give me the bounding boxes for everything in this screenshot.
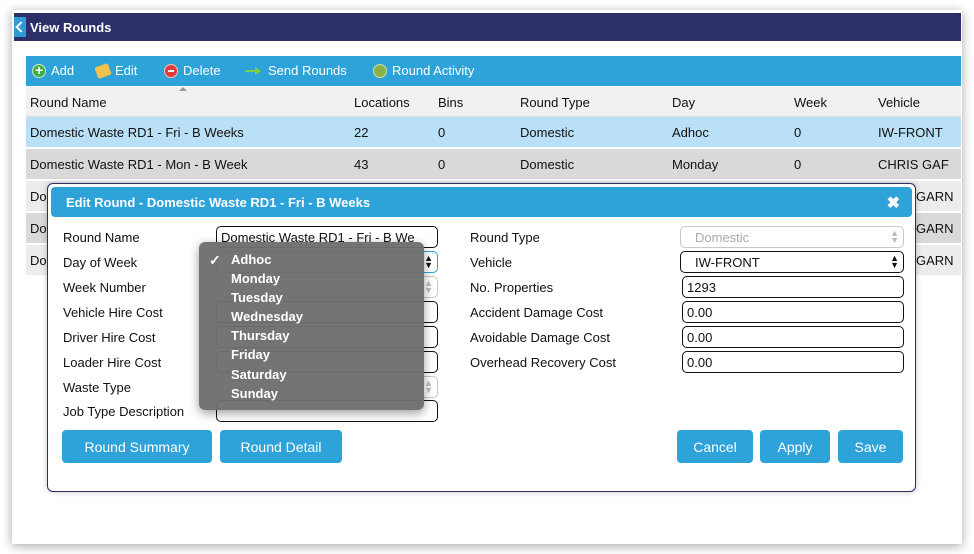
column-header[interactable]: Round Name [30, 95, 340, 110]
cancel-button[interactable]: Cancel [677, 430, 753, 463]
table-cell: IW-FRONT [878, 125, 943, 140]
round-name-label: Round Name [63, 230, 140, 245]
close-icon[interactable]: ✖ [887, 193, 900, 213]
day-of-week-label: Day of Week [63, 255, 138, 270]
table-cell: 0 [438, 157, 446, 172]
table-cell: 0 [794, 125, 802, 140]
dropdown-option-friday[interactable]: Friday [231, 347, 270, 362]
dropdown-option-thursday[interactable]: Thursday [231, 328, 290, 343]
round-summary-button[interactable]: Round Summary [62, 430, 212, 463]
overhead-recovery-cost-label: Overhead Recovery Cost [470, 355, 616, 370]
round-type-select[interactable]: Domestic ▲ ▼ [680, 226, 904, 248]
add-circle-icon [32, 62, 46, 78]
activity-icon [373, 63, 387, 78]
day-of-week-dropdown: ✓ Adhoc Monday Tuesday Wednesday Thursda… [199, 242, 424, 410]
table-cell: CHRIS GAF [878, 157, 949, 172]
chevron-left-icon[interactable] [14, 17, 26, 37]
accident-damage-cost-input[interactable]: 0.00 [682, 301, 904, 323]
round-type-label: Round Type [470, 230, 540, 245]
table-cell: GARN [916, 253, 954, 268]
job-type-description-label: Job Type Description [63, 404, 185, 419]
dropdown-option-saturday[interactable]: Saturday [231, 367, 287, 382]
toolbar: Add Edit Delete Send Rounds Round Activi… [26, 56, 961, 86]
table-cell: GARN [916, 189, 954, 204]
round-detail-button[interactable]: Round Detail [220, 430, 342, 463]
select-arrows-icon: ▲ ▼ [890, 228, 899, 245]
table-cell: 43 [354, 157, 369, 172]
add-button[interactable]: Add [32, 62, 75, 78]
edit-round-dialog: Edit Round - Domestic Waste RD1 - Fri - … [47, 183, 916, 492]
column-header[interactable]: Bins [438, 95, 508, 110]
column-header[interactable]: Vehicle [878, 95, 961, 110]
table-cell: Monday [672, 157, 719, 172]
avoidable-damage-cost-label: Avoidable Damage Cost [470, 330, 610, 345]
checkmark-icon: ✓ [209, 252, 221, 268]
table-row[interactable]: Domestic Waste RD1 - Mon - B Week 43 0 D… [26, 149, 961, 179]
edit-label: Edit [115, 63, 138, 78]
dropdown-option-tuesday[interactable]: Tuesday [231, 290, 283, 305]
dropdown-option-wednesday[interactable]: Wednesday [231, 309, 303, 324]
driver-hire-cost-label: Driver Hire Cost [63, 330, 156, 345]
table-cell: 22 [354, 125, 369, 140]
avoidable-damage-cost-input[interactable]: 0.00 [682, 326, 904, 348]
loader-hire-cost-label: Loader Hire Cost [63, 355, 162, 370]
column-header[interactable]: Week [794, 95, 864, 110]
delete-button[interactable]: Delete [164, 63, 221, 78]
edit-button[interactable]: Edit [94, 62, 138, 79]
dialog-header: Edit Round - Domestic Waste RD1 - Fri - … [51, 187, 912, 217]
round-activity-label: Round Activity [392, 63, 475, 78]
table-cell: Adhoc [672, 125, 709, 140]
dropdown-option-adhoc[interactable]: Adhoc [231, 252, 271, 267]
week-number-label: Week Number [63, 280, 146, 295]
table-row[interactable]: Domestic Waste RD1 - Fri - B Weeks 22 0 … [26, 117, 961, 147]
window-title: View Rounds [30, 20, 112, 35]
vehicle-select[interactable]: IW-FRONT ▲ ▼ [680, 251, 904, 273]
column-header[interactable]: Locations [354, 95, 424, 110]
sort-ascending-icon [179, 87, 187, 91]
table-cell: Domestic Waste RD1 - Fri - B Weeks [30, 125, 244, 140]
dialog-title: Edit Round - Domestic Waste RD1 - Fri - … [66, 195, 371, 210]
round-type-value: Domestic [695, 230, 750, 245]
overhead-recovery-cost-input[interactable]: 0.00 [682, 351, 904, 373]
apply-button[interactable]: Apply [760, 430, 830, 463]
select-arrows-icon: ▲ ▼ [424, 278, 433, 295]
vehicle-value: IW-FRONT [695, 255, 760, 270]
table-cell: GARN [916, 221, 954, 236]
table-header: Round Name Locations Bins Round Type Day… [26, 87, 961, 117]
vehicle-hire-cost-label: Vehicle Hire Cost [63, 305, 163, 320]
window-titlebar: View Rounds [14, 13, 961, 41]
round-activity-button[interactable]: Round Activity [373, 63, 474, 78]
send-rounds-label: Send Rounds [268, 63, 347, 78]
dropdown-option-monday[interactable]: Monday [231, 271, 280, 286]
table-cell: 0 [438, 125, 446, 140]
send-arrow-icon [245, 66, 263, 76]
vehicle-label: Vehicle [470, 255, 512, 270]
no-properties-input[interactable]: 1293 [682, 276, 904, 298]
no-properties-label: No. Properties [470, 280, 554, 295]
select-arrows-icon: ▲ ▼ [424, 378, 433, 395]
dropdown-option-sunday[interactable]: Sunday [231, 386, 278, 401]
column-header[interactable]: Round Type [520, 95, 660, 110]
select-arrows-icon: ▲ ▼ [424, 253, 433, 270]
table-cell: Domestic [520, 125, 575, 140]
edit-pencil-icon [94, 62, 112, 79]
save-button[interactable]: Save [838, 430, 903, 463]
add-label: Add [51, 63, 75, 78]
table-cell: 0 [794, 157, 802, 172]
accident-damage-cost-label: Accident Damage Cost [470, 305, 603, 320]
table-cell: Domestic [520, 157, 575, 172]
delete-circle-icon [164, 63, 178, 78]
column-header[interactable]: Day [672, 95, 782, 110]
delete-label: Delete [183, 63, 221, 78]
send-rounds-button[interactable]: Send Rounds [245, 63, 347, 78]
table-cell: Domestic Waste RD1 - Mon - B Week [30, 157, 248, 172]
select-arrows-icon: ▲ ▼ [890, 253, 899, 270]
waste-type-label: Waste Type [63, 380, 131, 395]
